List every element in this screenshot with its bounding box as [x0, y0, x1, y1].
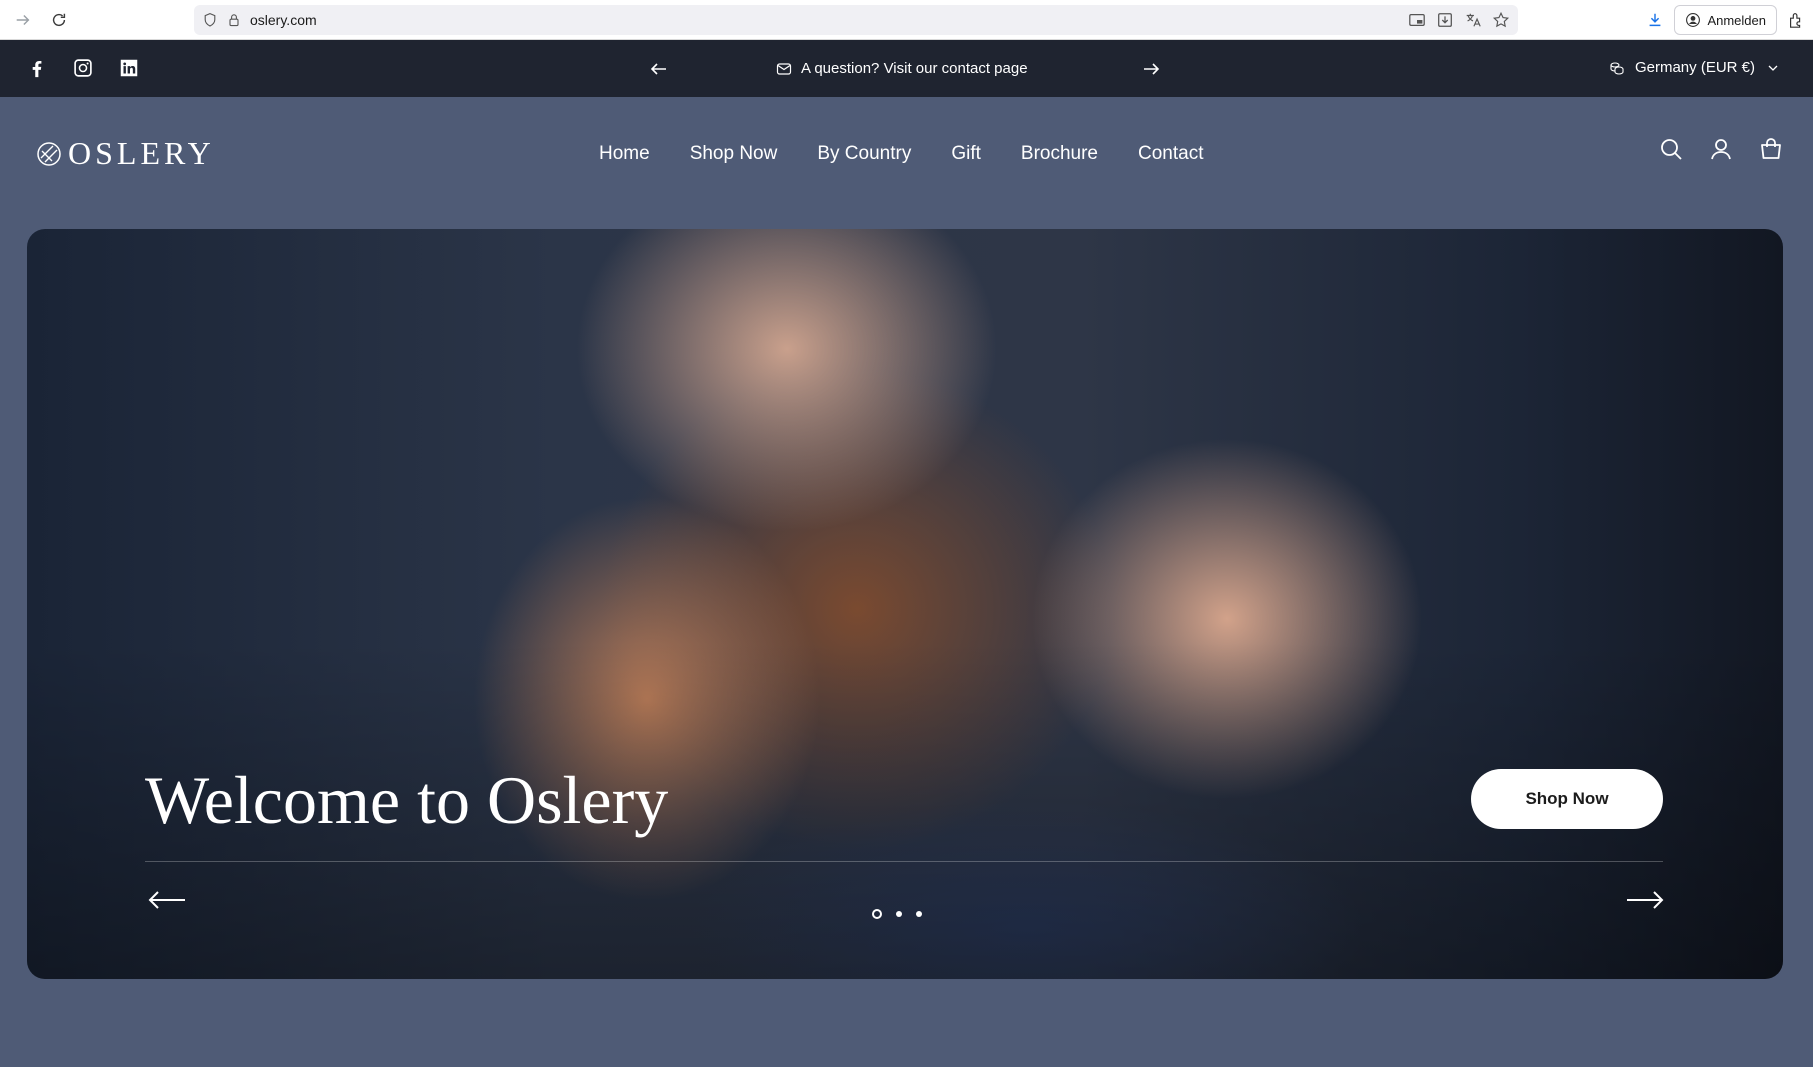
logo-text: OSLERY [68, 135, 215, 171]
nav-by-country[interactable]: By Country [817, 143, 911, 165]
bookmark-star-icon[interactable] [1492, 11, 1510, 29]
browser-toolbar: oslery.com Anmelden [0, 0, 1813, 40]
mail-icon [776, 62, 792, 75]
url-text[interactable]: oslery.com [250, 12, 317, 28]
cart-bag-icon[interactable] [1759, 137, 1783, 161]
social-links [26, 57, 140, 79]
account-icon[interactable] [1709, 137, 1733, 161]
download-icon[interactable] [1646, 11, 1664, 29]
currency-coins-icon [1610, 61, 1624, 75]
announcement-message[interactable]: A question? Visit our contact page [776, 60, 1028, 77]
country-selector[interactable]: Germany (EUR €) [1609, 59, 1781, 76]
slide-dot-1[interactable] [872, 909, 882, 919]
chevron-down-icon [1768, 65, 1778, 71]
hero-image [27, 229, 1783, 979]
nav-gift[interactable]: Gift [951, 143, 981, 165]
search-icon[interactable] [1659, 137, 1683, 161]
site-logo[interactable]: OSLERY [36, 135, 215, 172]
announcement-prev-arrow-icon[interactable] [648, 58, 670, 80]
shop-now-button[interactable]: Shop Now [1471, 769, 1663, 829]
picture-in-picture-icon[interactable] [1408, 11, 1426, 29]
account-circle-icon [1686, 13, 1701, 27]
announcement-next-arrow-icon[interactable] [1140, 58, 1162, 80]
site-header: OSLERY Home Shop Now By Country Gift Bro… [0, 97, 1813, 207]
shield-icon[interactable] [202, 12, 218, 28]
extensions-icon[interactable] [1787, 11, 1805, 29]
forward-icon[interactable] [12, 9, 34, 31]
slide-dot-3[interactable] [916, 911, 922, 917]
country-label: Germany (EUR €) [1634, 59, 1755, 76]
slide-dot-2[interactable] [896, 911, 902, 917]
nav-shop-now[interactable]: Shop Now [690, 143, 778, 165]
sign-in-label: Anmelden [1707, 12, 1766, 28]
hero-divider [145, 861, 1663, 862]
hero-title: Welcome to Oslery [145, 762, 669, 838]
main-navigation: Home Shop Now By Country Gift Brochure C… [599, 143, 1204, 165]
instagram-icon[interactable] [72, 57, 94, 79]
save-page-icon[interactable] [1436, 11, 1454, 29]
linkedin-icon[interactable] [118, 57, 140, 79]
slide-next-arrow-icon[interactable] [1625, 888, 1665, 912]
nav-home[interactable]: Home [599, 143, 650, 165]
reload-icon[interactable] [48, 9, 70, 31]
address-bar[interactable]: oslery.com [194, 5, 1518, 35]
facebook-icon[interactable] [26, 57, 48, 79]
announcement-bar: A question? Visit our contact page Germa… [0, 40, 1813, 97]
slide-indicators [872, 909, 922, 919]
slide-prev-arrow-icon[interactable] [147, 888, 187, 912]
hero-slideshow: Welcome to Oslery Shop Now [27, 229, 1783, 979]
announcement-text: A question? Visit our contact page [801, 60, 1028, 77]
sign-in-button[interactable]: Anmelden [1674, 5, 1777, 35]
nav-contact[interactable]: Contact [1138, 143, 1203, 165]
lock-icon[interactable] [226, 12, 242, 28]
logo-mark-icon [37, 141, 61, 166]
header-actions [1659, 137, 1783, 161]
translate-icon[interactable] [1464, 11, 1482, 29]
nav-brochure[interactable]: Brochure [1021, 143, 1098, 165]
